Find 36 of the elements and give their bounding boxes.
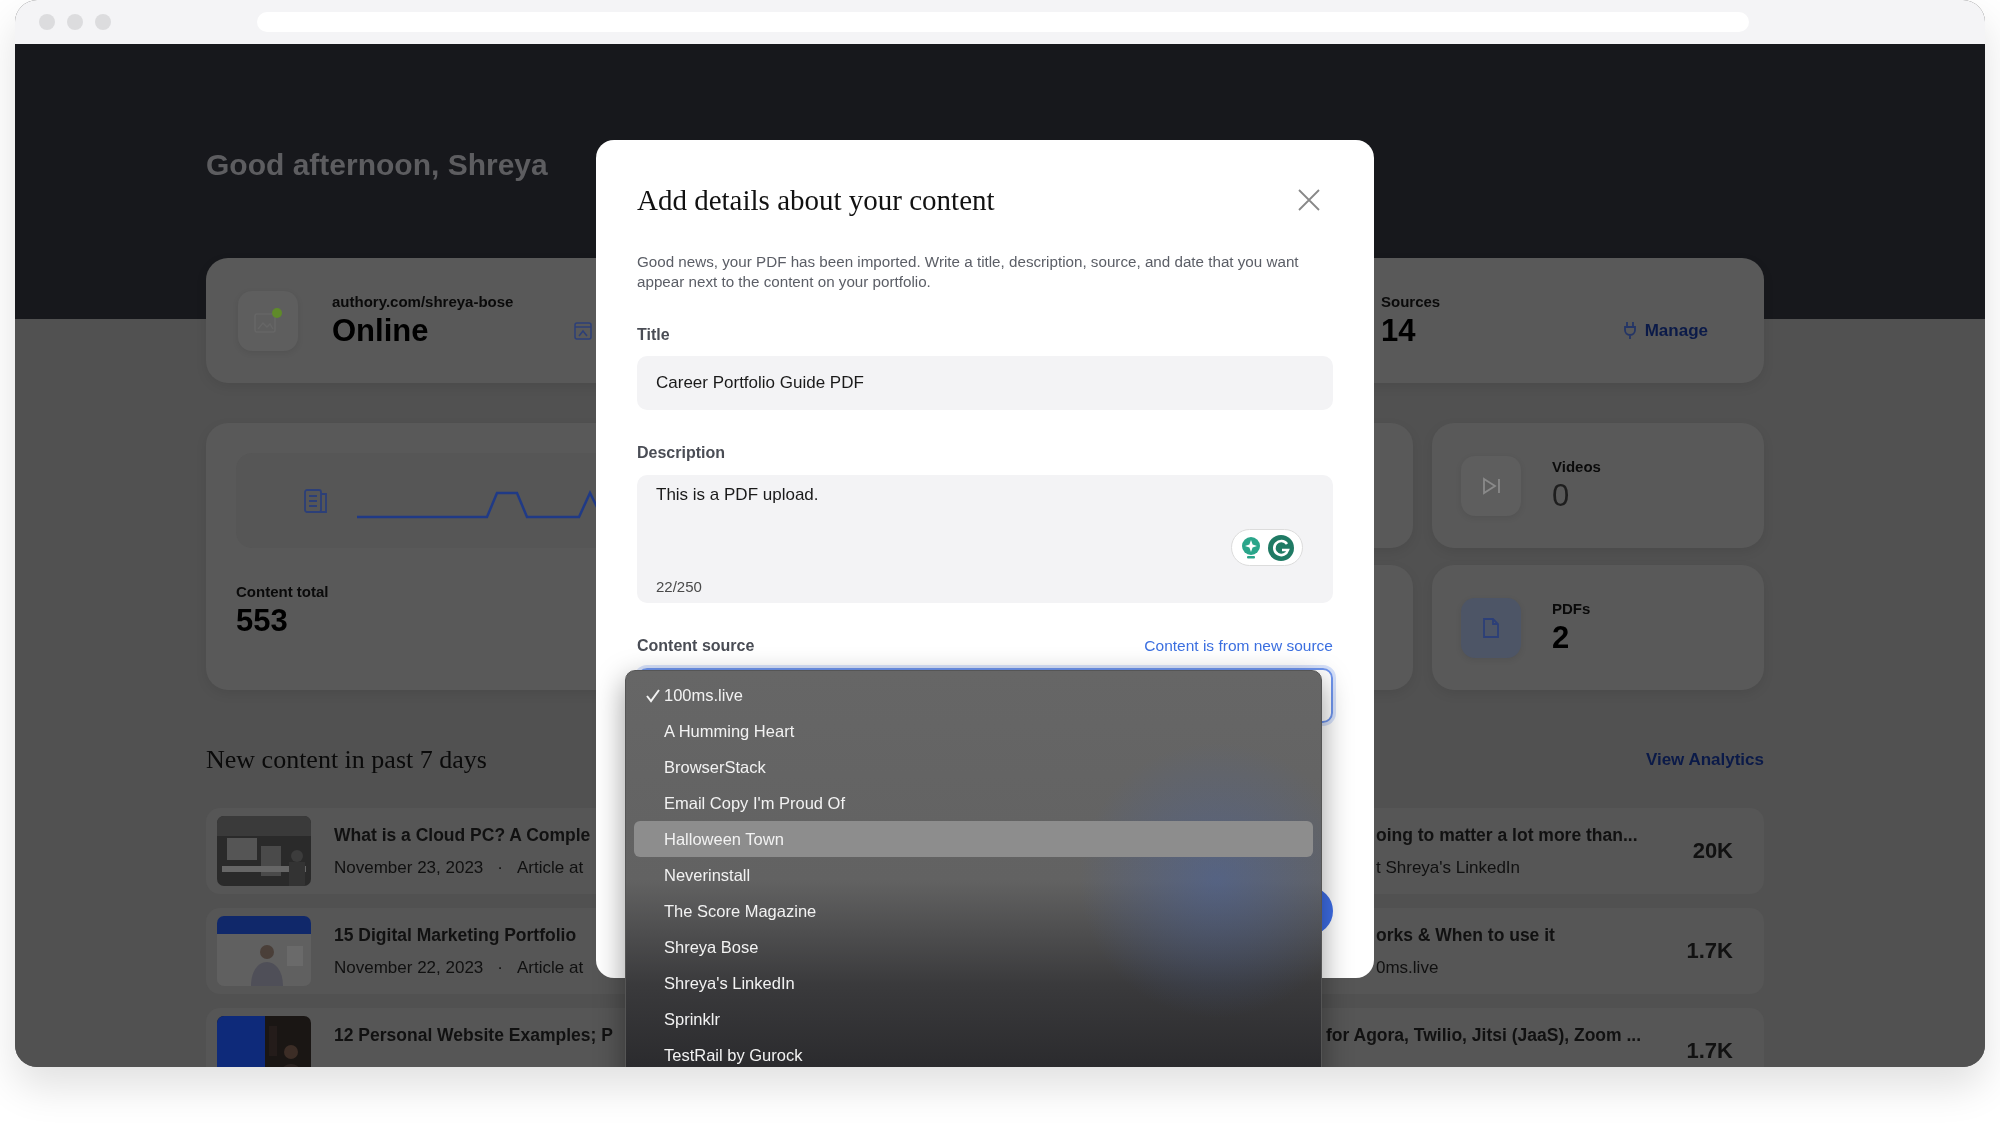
description-text: This is a PDF upload.	[656, 485, 820, 505]
content-total-label: Content total	[236, 582, 329, 602]
view-count: 1.7K	[1685, 1038, 1733, 1064]
field-label: Title	[637, 325, 671, 345]
content-title: for Agora, Twilio, Jitsi (JaaS), Zoom ...	[1326, 1024, 1642, 1047]
stat-value: 2	[1552, 618, 1570, 657]
content-type: Article at	[517, 857, 584, 879]
content-type: Article at	[517, 957, 584, 979]
content-title: orks & When to use it	[1376, 924, 1555, 947]
character-count: 22/250	[656, 578, 702, 595]
separator: ·	[497, 957, 503, 979]
dialog-description: Good news, your PDF has been imported. Write a title, description, source, and date that you want appear next to the content on your portfolio.	[637, 252, 1300, 292]
site-url: authory.com/shreya-bose	[332, 291, 514, 312]
content-source: 0ms.live	[1376, 957, 1439, 979]
stat-label: Videos	[1552, 456, 1601, 477]
content-total-value: 553	[236, 602, 288, 640]
dialog-title: Add details about your content	[637, 183, 995, 218]
stat-value: 0	[1552, 476, 1570, 515]
content-title: 12 Personal Website Examples; P	[334, 1024, 614, 1047]
section-title: New content in past 7 days	[206, 744, 487, 776]
greeting: Good afternoon, Shreya	[206, 147, 549, 183]
sources-count: 14	[1381, 311, 1416, 350]
field-label: Description	[637, 443, 726, 463]
content-date: November 22, 2023	[334, 957, 484, 979]
content-source: t Shreya's LinkedIn	[1376, 857, 1521, 879]
field-label: Content source	[637, 636, 755, 656]
site-status: Online	[332, 311, 429, 350]
content-title: What is a Cloud PC? A Comple	[334, 824, 592, 847]
view-count: 20K	[1691, 838, 1733, 864]
content-date: November 23, 2023	[334, 857, 484, 879]
content-title: 15 Digital Marketing Portfolio	[334, 924, 578, 947]
view-count: 1.7K	[1685, 938, 1733, 964]
stat-label: PDFs	[1552, 598, 1591, 619]
separator: ·	[497, 857, 503, 879]
sources-label: Sources	[1381, 291, 1441, 312]
content-title: oing to matter a lot more than...	[1376, 824, 1638, 847]
